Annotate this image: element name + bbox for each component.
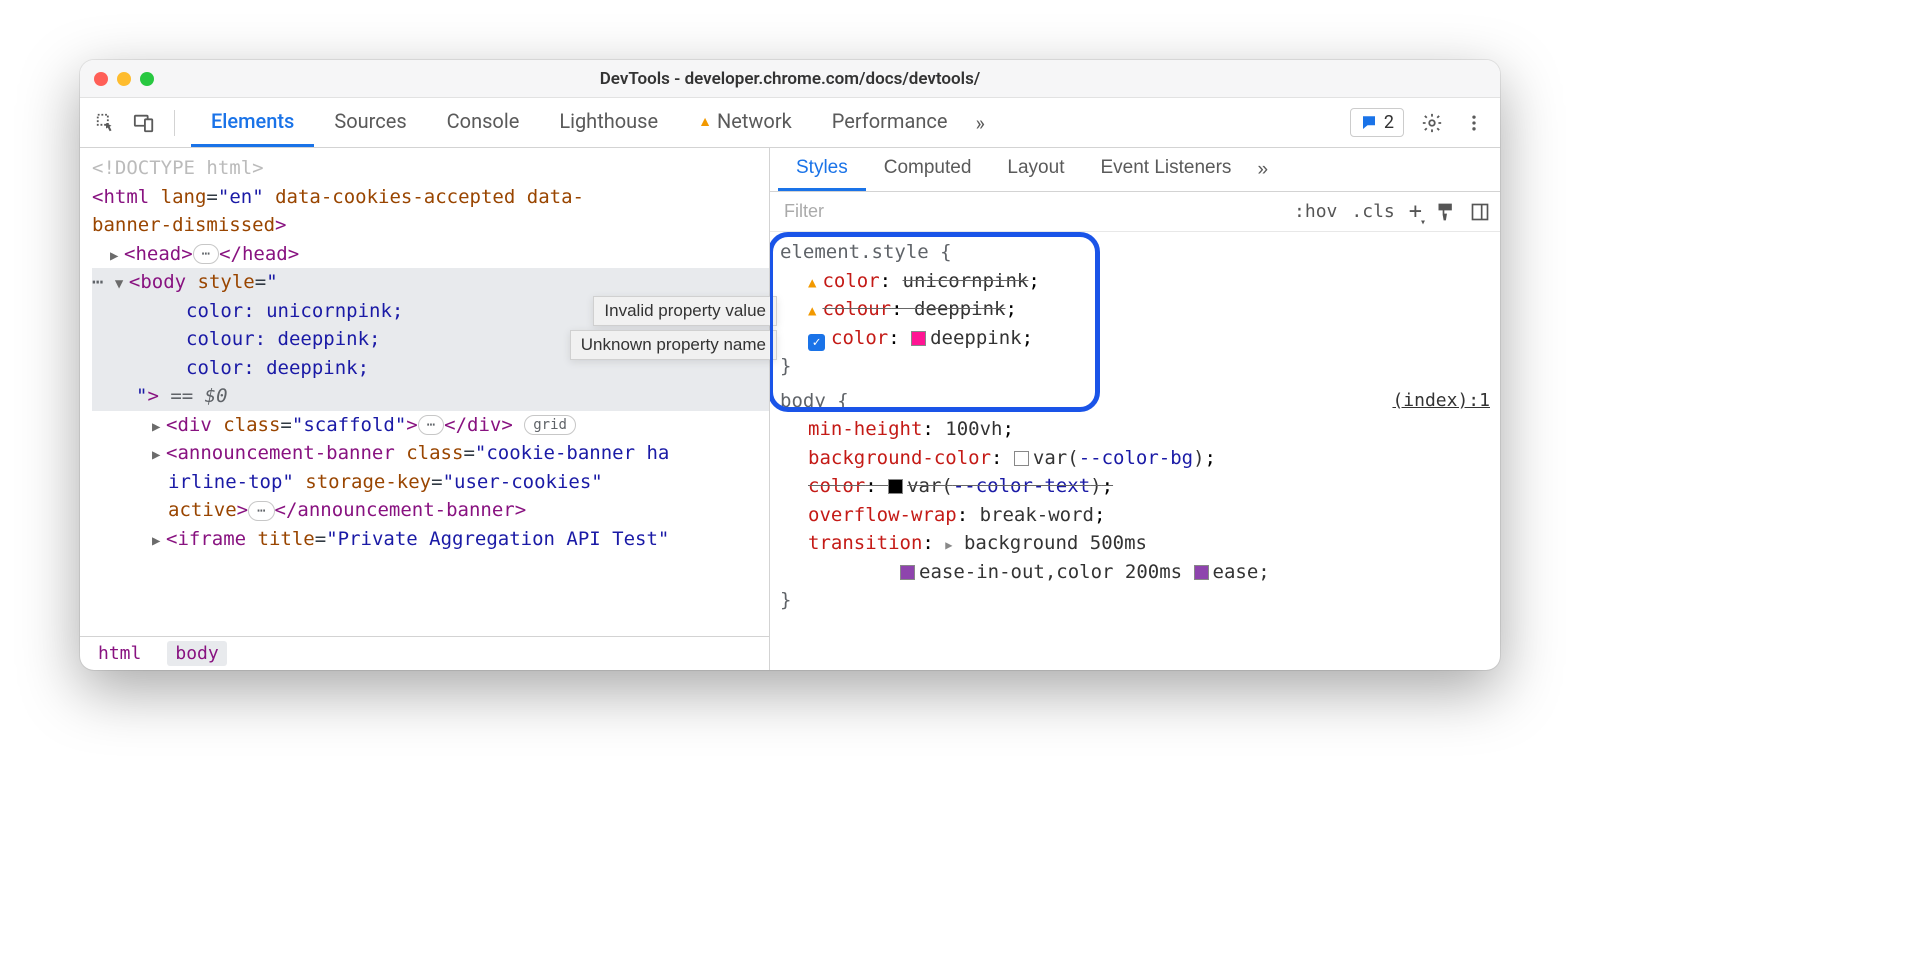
color-swatch-black[interactable] bbox=[888, 479, 903, 494]
rule-close: } bbox=[780, 352, 1490, 381]
easing-swatch-icon[interactable] bbox=[1194, 565, 1209, 580]
prop-overflow-wrap[interactable]: overflow-wrap: break-word; bbox=[780, 501, 1490, 530]
styles-panel: Styles Computed Layout Event Listeners »… bbox=[770, 148, 1500, 670]
device-toggle-icon[interactable] bbox=[130, 109, 158, 137]
kebab-menu-icon[interactable] bbox=[1460, 109, 1488, 137]
dom-html-open-2[interactable]: banner-dismissed> bbox=[92, 211, 769, 240]
tab-elements[interactable]: Elements bbox=[191, 98, 314, 147]
prop-min-height[interactable]: min-height: 100vh; bbox=[780, 415, 1490, 444]
messages-count: 2 bbox=[1384, 112, 1394, 133]
inspect-element-icon[interactable] bbox=[92, 109, 120, 137]
styles-filterbar: Filter :hov .cls +▾ bbox=[770, 192, 1500, 232]
hov-toggle[interactable]: :hov bbox=[1294, 201, 1337, 222]
warning-icon bbox=[808, 270, 822, 292]
tooltip-unknown-property: Unknown property name bbox=[570, 330, 777, 360]
filter-input[interactable]: Filter bbox=[784, 201, 824, 222]
subtab-styles[interactable]: Styles bbox=[778, 148, 866, 191]
cls-toggle[interactable]: .cls bbox=[1351, 201, 1394, 222]
panel-layout-icon[interactable] bbox=[1470, 202, 1490, 222]
dom-panel: <!DOCTYPE html> <html lang="en" data-coo… bbox=[80, 148, 770, 670]
prop-colour-deeppink[interactable]: colour: deeppink; bbox=[780, 295, 1490, 324]
crumb-body[interactable]: body bbox=[167, 641, 226, 666]
tab-sources[interactable]: Sources bbox=[314, 98, 426, 147]
window-titlebar: DevTools - developer.chrome.com/docs/dev… bbox=[80, 60, 1500, 98]
tooltip-invalid-value: Invalid property value bbox=[593, 296, 777, 326]
devtools-window: DevTools - developer.chrome.com/docs/dev… bbox=[80, 60, 1500, 670]
color-swatch-deeppink[interactable] bbox=[911, 331, 926, 346]
prop-color-deeppink[interactable]: color: deeppink; bbox=[780, 324, 1490, 353]
split-pane: <!DOCTYPE html> <html lang="en" data-coo… bbox=[80, 148, 1500, 670]
new-rule-button[interactable]: +▾ bbox=[1409, 199, 1422, 224]
rule-element-style[interactable]: element.style { color: unicornpink; colo… bbox=[780, 238, 1490, 381]
dom-tree[interactable]: <!DOCTYPE html> <html lang="en" data-coo… bbox=[80, 148, 769, 636]
toolbar-right: 2 bbox=[1350, 108, 1488, 137]
crumb-html[interactable]: html bbox=[90, 641, 149, 666]
dom-announcement-banner-3[interactable]: active>⋯</announcement-banner> bbox=[92, 496, 769, 525]
tab-performance[interactable]: Performance bbox=[812, 98, 968, 147]
minimize-window-button[interactable] bbox=[117, 72, 131, 86]
dom-doctype[interactable]: <!DOCTYPE html> bbox=[92, 154, 769, 183]
easing-swatch-icon[interactable] bbox=[900, 565, 915, 580]
dom-announcement-banner[interactable]: ▶<announcement-banner class="cookie-bann… bbox=[92, 439, 769, 468]
color-swatch-empty[interactable] bbox=[1014, 451, 1029, 466]
close-window-button[interactable] bbox=[94, 72, 108, 86]
checkbox-checked-icon[interactable] bbox=[808, 334, 825, 351]
panel-tabs: Elements Sources Console Lighthouse Netw… bbox=[191, 98, 993, 147]
subtab-layout[interactable]: Layout bbox=[989, 148, 1082, 191]
selector-element-style[interactable]: element.style { bbox=[780, 238, 1490, 267]
messages-badge[interactable]: 2 bbox=[1350, 108, 1404, 137]
tab-lighthouse[interactable]: Lighthouse bbox=[539, 98, 678, 147]
devtools-toolbar: Elements Sources Console Lighthouse Netw… bbox=[80, 98, 1500, 148]
dom-html-open[interactable]: <html lang="en" data-cookies-accepted da… bbox=[92, 183, 769, 212]
subtab-computed[interactable]: Computed bbox=[866, 148, 990, 191]
warning-icon bbox=[808, 298, 822, 320]
paint-icon[interactable] bbox=[1436, 202, 1456, 222]
styles-body[interactable]: element.style { color: unicornpink; colo… bbox=[770, 232, 1500, 670]
styles-subtabs: Styles Computed Layout Event Listeners » bbox=[770, 148, 1500, 192]
dom-announcement-banner-2[interactable]: irline-top" storage-key="user-cookies" bbox=[92, 468, 769, 497]
dom-head[interactable]: ▶<head>⋯</head> bbox=[92, 240, 769, 269]
dom-div-scaffold[interactable]: ▶<div class="scaffold">⋯</div> grid bbox=[92, 411, 769, 440]
prop-color-var[interactable]: color: var(--color-text); bbox=[780, 472, 1490, 501]
maximize-window-button[interactable] bbox=[140, 72, 154, 86]
subtab-more[interactable]: » bbox=[1249, 159, 1276, 181]
window-title: DevTools - developer.chrome.com/docs/dev… bbox=[80, 69, 1500, 89]
breadcrumbs: html body bbox=[80, 636, 769, 670]
prop-transition-2[interactable]: ease-in-out,color 200ms ease; bbox=[780, 558, 1490, 587]
more-tabs-button[interactable]: » bbox=[967, 98, 992, 147]
settings-icon[interactable] bbox=[1418, 109, 1446, 137]
prop-background-color[interactable]: background-color: var(--color-bg); bbox=[780, 444, 1490, 473]
source-link[interactable]: (index):1 bbox=[1392, 387, 1490, 414]
prop-transition[interactable]: transition: ▶ background 500ms bbox=[780, 529, 1490, 558]
toolbar-separator bbox=[174, 110, 175, 136]
tab-network[interactable]: Network bbox=[678, 98, 812, 147]
dom-iframe[interactable]: ▶<iframe title="Private Aggregation API … bbox=[92, 525, 769, 554]
selector-body[interactable]: body { bbox=[780, 387, 1490, 416]
rule-close-2: } bbox=[780, 586, 1490, 615]
tab-console[interactable]: Console bbox=[427, 98, 540, 147]
prop-color-unicornpink[interactable]: color: unicornpink; bbox=[780, 267, 1490, 296]
rule-body[interactable]: (index):1 body { min-height: 100vh; back… bbox=[780, 387, 1490, 615]
traffic-lights bbox=[94, 72, 154, 86]
subtab-event-listeners[interactable]: Event Listeners bbox=[1082, 148, 1249, 191]
